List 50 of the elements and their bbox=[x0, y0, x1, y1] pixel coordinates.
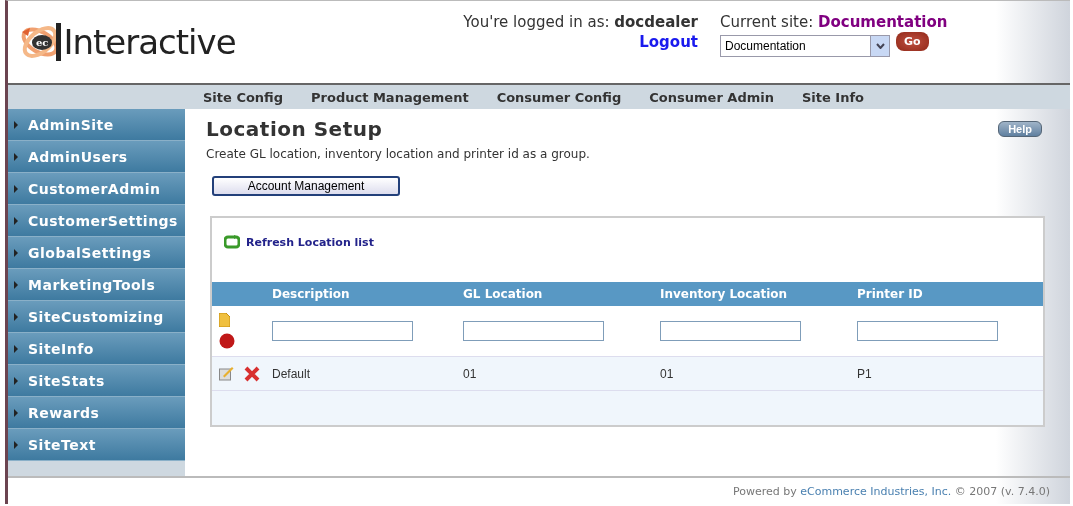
sidebar-item[interactable]: SiteInfo bbox=[8, 333, 185, 365]
table-cell-text: 01 bbox=[463, 366, 478, 381]
nav-item[interactable]: Site Info bbox=[801, 89, 865, 105]
logout-link[interactable]: Logout bbox=[639, 33, 698, 51]
page-title: Location Setup bbox=[206, 117, 383, 141]
delete-icon[interactable] bbox=[244, 365, 260, 382]
go-button[interactable]: Go bbox=[896, 31, 929, 51]
sidebar-item[interactable]: AdminUsers bbox=[8, 141, 185, 173]
sidebar-item[interactable]: CustomerAdmin bbox=[8, 173, 185, 205]
sidebar-item[interactable]: AdminSite bbox=[8, 109, 185, 141]
company-link[interactable]: eCommerce Industries, Inc. bbox=[800, 484, 952, 498]
username: docdealer bbox=[614, 13, 698, 31]
sidebar-item[interactable]: SiteStats bbox=[8, 365, 185, 397]
input-field[interactable] bbox=[857, 321, 998, 341]
sidebar-item[interactable]: SiteText bbox=[8, 429, 185, 461]
column-header: Printer ID bbox=[857, 287, 924, 301]
nav-item[interactable]: Consumer Config bbox=[496, 89, 622, 105]
table-cell-text: P1 bbox=[857, 366, 873, 381]
refresh-link[interactable]: Refresh Location list bbox=[246, 235, 374, 249]
page-description: Create GL location, inventory location and printer id as a group. bbox=[206, 147, 591, 161]
input-field[interactable] bbox=[660, 321, 801, 341]
help-button[interactable]: Help bbox=[998, 121, 1042, 137]
logo-text: Interactive bbox=[56, 23, 236, 61]
dropdown-caret-icon bbox=[875, 43, 885, 49]
edit-icon[interactable] bbox=[219, 365, 234, 381]
current-site-label: Current site: bbox=[720, 13, 814, 31]
sidebar-item[interactable]: CustomerSettings bbox=[8, 205, 185, 237]
column-header: GL Location bbox=[463, 287, 544, 301]
powered-by-text: Powered by bbox=[733, 484, 797, 498]
account-management-button[interactable]: Account Management bbox=[212, 176, 400, 196]
sidebar-item[interactable]: MarketingTools bbox=[8, 269, 185, 301]
column-header: Description bbox=[272, 287, 351, 301]
stop-icon bbox=[219, 333, 235, 349]
input-field[interactable] bbox=[272, 321, 413, 341]
sidebar-item[interactable]: SiteCustomizing bbox=[8, 301, 185, 333]
refresh-icon bbox=[224, 235, 240, 249]
current-site-name: Documentation bbox=[818, 13, 948, 31]
table-cell-text: 01 bbox=[660, 366, 675, 381]
sidebar-item[interactable]: Rewards bbox=[8, 397, 185, 429]
column-header: Inventory Location bbox=[660, 287, 789, 301]
nav-item[interactable]: Consumer Admin bbox=[649, 89, 774, 105]
document-icon bbox=[219, 313, 230, 327]
sidebar-item[interactable]: GlobalSettings bbox=[8, 237, 185, 269]
table-cell-text: Default bbox=[272, 366, 312, 381]
nav-item[interactable]: Site Config bbox=[203, 89, 284, 105]
copyright-text: © 2007 (v. 7.4.0) bbox=[954, 484, 1050, 498]
input-field[interactable] bbox=[463, 321, 604, 341]
nav-item[interactable]: Product Management bbox=[311, 89, 469, 105]
login-label: You're logged in as: bbox=[463, 13, 610, 31]
site-select[interactable]: Documentation bbox=[720, 35, 890, 57]
